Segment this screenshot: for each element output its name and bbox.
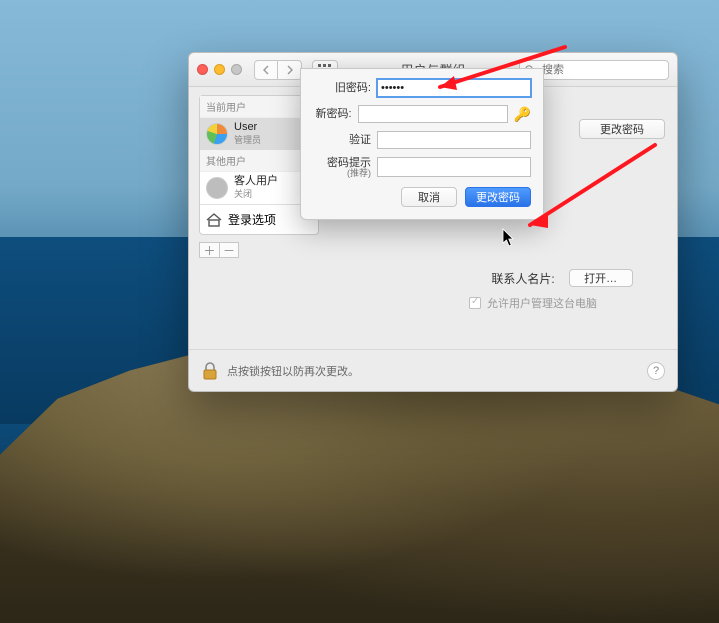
user-name: User <box>234 122 261 133</box>
contact-card-row: 联系人名片: 打开… <box>459 269 665 287</box>
key-icon[interactable]: 🔑 <box>514 106 531 123</box>
confirm-change-password-button[interactable]: 更改密码 <box>465 187 531 207</box>
guest-name: 客人用户 <box>234 176 278 187</box>
chevron-left-icon <box>262 65 270 75</box>
add-user-button[interactable]: ＋ <box>199 242 219 258</box>
remove-user-button[interactable]: － <box>219 242 239 258</box>
nav-forward-button[interactable] <box>278 60 302 80</box>
minimize-window-button[interactable] <box>214 64 225 75</box>
user-role: 管理员 <box>234 133 261 146</box>
cursor-icon <box>502 228 516 248</box>
close-window-button[interactable] <box>197 64 208 75</box>
change-password-sheet: 旧密码: 新密码: 🔑 验证 密码提示 (推荐) 取消 更改密码 <box>300 68 544 220</box>
cancel-button[interactable]: 取消 <box>401 187 457 207</box>
allow-admin-checkbox[interactable] <box>469 297 481 309</box>
avatar-icon <box>206 123 228 145</box>
nav-back-forward <box>254 60 302 80</box>
old-password-label: 旧密码: <box>313 82 371 94</box>
new-password-input[interactable] <box>358 105 508 123</box>
open-contact-button[interactable]: 打开… <box>569 269 633 287</box>
avatar-icon <box>206 177 228 199</box>
add-remove-user: ＋ － <box>199 242 319 258</box>
login-options-label: 登录选项 <box>228 211 276 228</box>
verify-password-label: 验证 <box>313 134 371 146</box>
window-footer: 点按锁按钮以防再次更改。 ? <box>189 349 677 391</box>
house-icon <box>206 213 222 227</box>
chevron-right-icon <box>286 65 294 75</box>
help-button[interactable]: ? <box>647 362 665 380</box>
lock-icon[interactable] <box>201 361 219 381</box>
allow-admin-row: 允许用户管理这台电脑 <box>469 295 597 311</box>
password-hint-sublabel: (推荐) <box>313 169 371 179</box>
new-password-label: 新密码: <box>313 108 352 120</box>
guest-role: 关闭 <box>234 187 278 200</box>
lock-hint-text: 点按锁按钮以防再次更改。 <box>227 363 359 379</box>
contact-card-label: 联系人名片: <box>491 270 554 287</box>
search-input[interactable] <box>540 63 664 77</box>
allow-admin-label: 允许用户管理这台电脑 <box>487 295 597 311</box>
zoom-window-button[interactable] <box>231 64 242 75</box>
verify-password-input[interactable] <box>377 131 531 149</box>
password-hint-input[interactable] <box>377 157 531 177</box>
change-password-button[interactable]: 更改密码 <box>579 119 665 139</box>
nav-back-button[interactable] <box>254 60 278 80</box>
window-controls <box>197 64 242 75</box>
old-password-input[interactable] <box>377 79 531 97</box>
